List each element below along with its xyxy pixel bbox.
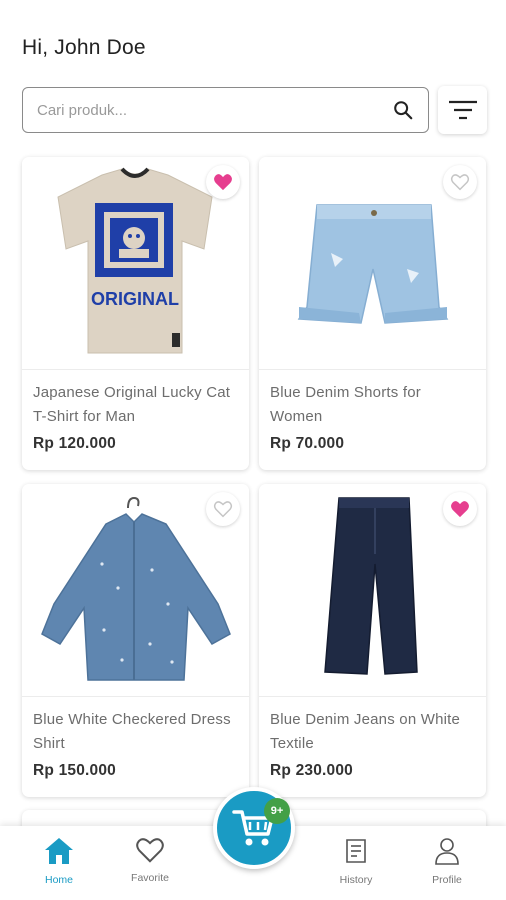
product-price: Rp 120.000 [33, 435, 116, 452]
product-card[interactable]: ORIGINAL Japanese Original Lucky Cat T-S… [22, 157, 249, 470]
favorite-button[interactable] [443, 165, 477, 199]
nav-label: Home [44, 874, 73, 886]
product-price: Rp 70.000 [270, 435, 345, 452]
nav-label: History [339, 874, 373, 886]
heart-filled-icon [214, 174, 232, 191]
filter-button[interactable] [438, 86, 487, 134]
heart-icon [136, 838, 164, 863]
nav-favorite[interactable]: Favorite [115, 836, 185, 884]
greeting-text: Hi, John Doe [22, 36, 146, 59]
favorite-button[interactable] [206, 492, 240, 526]
nav-history[interactable]: History [321, 836, 391, 886]
favorite-button[interactable] [443, 492, 477, 526]
product-price: Rp 150.000 [33, 762, 116, 779]
heart-filled-icon [451, 501, 469, 518]
heart-outline-icon [213, 501, 233, 518]
cart-count-badge: 9+ [264, 798, 290, 824]
nav-profile[interactable]: Profile [412, 836, 482, 886]
product-name: Blue Denim Shorts for Women [270, 384, 421, 425]
search-box[interactable] [22, 87, 429, 133]
product-price: Rp 230.000 [270, 762, 353, 779]
product-card[interactable]: Blue Denim Shorts for Women Rp 70.000 [259, 157, 486, 470]
product-card[interactable]: Blue White Checkered Dress Shirt Rp 150.… [22, 484, 249, 797]
product-name: Blue Denim Jeans on White Textile [270, 711, 461, 752]
search-icon[interactable] [392, 99, 414, 121]
nav-label: Profile [432, 874, 462, 886]
person-icon [435, 838, 459, 865]
product-card[interactable]: Blue Denim Jeans on White Textile Rp 230… [259, 484, 486, 797]
filter-lines-icon [448, 100, 477, 120]
product-name: Blue White Checkered Dress Shirt [33, 711, 231, 752]
receipt-icon [346, 839, 366, 863]
svg-text:ORIGINAL: ORIGINAL [91, 289, 179, 309]
heart-outline-icon [450, 174, 470, 191]
nav-home[interactable]: Home [24, 836, 94, 886]
nav-label: Favorite [131, 872, 169, 884]
favorite-button[interactable] [206, 165, 240, 199]
cart-button[interactable]: 9+ [213, 787, 295, 869]
home-icon [45, 838, 73, 864]
product-name: Japanese Original Lucky Cat T-Shirt for … [33, 384, 231, 425]
search-input[interactable] [37, 88, 377, 132]
